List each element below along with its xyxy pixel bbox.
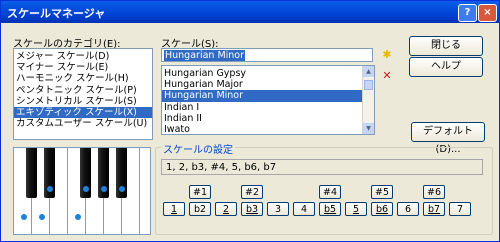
- scale-formula-readout: 1, 2, b3, #4, 5, b6, b7: [161, 159, 483, 175]
- piano-keyboard[interactable]: [13, 147, 151, 235]
- star-icon[interactable]: ✱: [380, 48, 394, 62]
- degree-b5-button[interactable]: b5: [319, 202, 341, 216]
- category-list[interactable]: メジャー スケール(D) マイナー スケール(E) ハーモニック スケール(H) ペン…: [13, 48, 153, 140]
- scale-list-item[interactable]: Iwato: [162, 124, 374, 134]
- category-list-item[interactable]: ペンタトニック スケール(P): [14, 85, 152, 96]
- scale-list[interactable]: Hungarian Gypsy Hungarian Major Hungarian …: [161, 65, 375, 135]
- scale-degree-dot: [47, 186, 53, 192]
- scroll-down-arrow-icon[interactable]: ▼: [363, 123, 374, 134]
- scale-degree-dot: [39, 214, 45, 220]
- title-bar[interactable]: スケールマネージャ ? ×: [1, 1, 499, 23]
- scale-list-item[interactable]: Indian II: [162, 113, 374, 124]
- scale-degree-dot: [83, 186, 89, 192]
- degree-b2-button[interactable]: b2: [189, 202, 211, 216]
- degree-5-button[interactable]: 5: [345, 202, 367, 216]
- default-button[interactable]: デフォルト(D)...: [411, 122, 485, 155]
- help-button[interactable]: ヘルプ: [409, 57, 483, 77]
- degree-3-button[interactable]: 3: [267, 202, 289, 216]
- degree-7-button[interactable]: 7: [449, 202, 471, 216]
- scale-degree-dot: [75, 214, 81, 220]
- window-title: スケールマネージャ: [7, 7, 106, 20]
- sharp-6-button[interactable]: #6: [423, 185, 445, 199]
- sharp-4-button[interactable]: #4: [319, 185, 341, 199]
- category-list-item[interactable]: エキゾティック スケール(X): [14, 106, 152, 119]
- category-list-item[interactable]: カスタムユーザー スケール(U): [14, 118, 152, 129]
- category-list-item[interactable]: マイナー スケール(E): [14, 62, 152, 73]
- degree-4-button[interactable]: 4: [293, 202, 315, 216]
- degree-b3-button[interactable]: b3: [241, 202, 263, 216]
- scale-name-input[interactable]: Hungarian Minor: [161, 48, 373, 62]
- scale-degree-dot: [21, 214, 27, 220]
- black-key[interactable]: [26, 148, 37, 198]
- scale-list-scrollbar[interactable]: ▲ ▼: [362, 66, 374, 134]
- scale-degree-dot: [119, 186, 125, 192]
- scale-degree-dot: [101, 186, 107, 192]
- category-list-item[interactable]: ハーモニック スケール(H): [14, 73, 152, 84]
- help-icon[interactable]: ?: [458, 4, 477, 22]
- scale-manager-dialog: スケールマネージャ ? × スケールのカテゴリ(E): メジャー スケール(D)…: [0, 0, 500, 242]
- scale-name-value: Hungarian Minor: [164, 50, 246, 61]
- close-button[interactable]: 閉じる: [409, 36, 483, 56]
- degree-6-button[interactable]: 6: [397, 202, 419, 216]
- degree-1-button[interactable]: 1: [163, 202, 185, 216]
- sharp-1-button[interactable]: #1: [189, 185, 211, 199]
- degree-b7-button[interactable]: b7: [423, 202, 445, 216]
- scale-list-item[interactable]: Hungarian Gypsy: [162, 68, 374, 79]
- degree-b6-button[interactable]: b6: [371, 202, 393, 216]
- sharp-5-button[interactable]: #5: [371, 185, 393, 199]
- delete-x-icon[interactable]: ✕: [380, 69, 394, 83]
- scroll-up-arrow-icon[interactable]: ▲: [363, 66, 374, 77]
- white-key[interactable]: [140, 148, 150, 234]
- degree-2-button[interactable]: 2: [215, 202, 237, 216]
- scale-list-item[interactable]: Indian I: [162, 102, 374, 113]
- scale-list-item[interactable]: Hungarian Minor: [162, 90, 374, 102]
- close-icon[interactable]: ×: [478, 4, 497, 22]
- sharp-2-button[interactable]: #2: [241, 185, 263, 199]
- category-list-item[interactable]: シンメトリカル スケール(S): [14, 96, 152, 107]
- scroll-thumb[interactable]: [364, 80, 373, 90]
- scale-list-item[interactable]: Hungarian Major: [162, 79, 374, 90]
- category-list-item[interactable]: メジャー スケール(D): [14, 51, 152, 62]
- scale-settings-title: スケールの設定: [161, 141, 235, 156]
